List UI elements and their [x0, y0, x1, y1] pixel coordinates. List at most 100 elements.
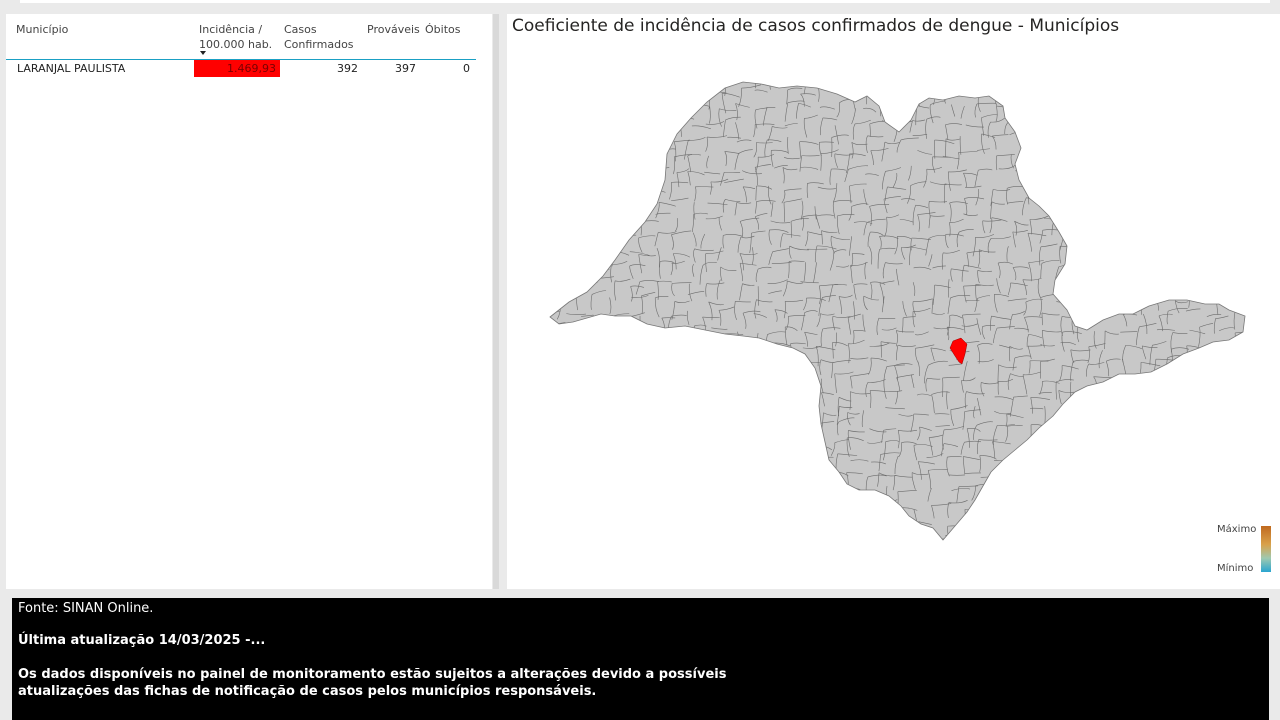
municipality-border — [1043, 154, 1060, 157]
municipality-border — [640, 486, 654, 490]
municipality-border — [899, 541, 900, 560]
municipality-border — [1106, 380, 1109, 397]
municipality-border — [1135, 82, 1140, 93]
municipality-border — [1153, 77, 1169, 80]
municipality-border — [806, 530, 820, 536]
municipality-border — [593, 374, 598, 387]
sao-paulo-map[interactable] — [507, 14, 1280, 589]
municipality-border — [1203, 446, 1206, 467]
municipality-border — [1231, 264, 1237, 281]
municipality-border — [1153, 490, 1171, 494]
municipality-border — [1168, 216, 1183, 220]
header-incidencia[interactable]: Incidência / 100.000 hab. — [199, 22, 279, 52]
municipality-border — [1253, 247, 1254, 267]
municipality-border — [706, 474, 726, 479]
municipality-border — [560, 153, 576, 157]
municipality-border — [550, 186, 552, 207]
municipality-border — [722, 475, 741, 478]
municipality-border — [676, 101, 692, 103]
municipality-border — [1121, 248, 1137, 251]
municipality-border — [847, 82, 852, 89]
municipality-border — [1111, 410, 1128, 413]
header-municipio[interactable]: Município — [16, 22, 186, 37]
municipality-border — [900, 82, 903, 87]
municipality-border — [1054, 535, 1073, 539]
municipality-border — [598, 487, 602, 500]
municipality-border — [1039, 87, 1053, 91]
municipality-border — [1139, 118, 1141, 132]
municipality-border — [1202, 82, 1207, 93]
table-scrollbar[interactable] — [493, 14, 499, 589]
municipality-border — [1248, 200, 1249, 219]
municipality-border — [1229, 491, 1234, 511]
municipality-border — [657, 488, 662, 503]
municipality-border — [820, 485, 840, 488]
municipality-border — [608, 346, 624, 350]
municipality-border — [689, 77, 704, 79]
municipality-border — [800, 443, 815, 447]
municipality-border — [736, 469, 750, 473]
municipality-border — [1220, 186, 1236, 189]
header-obitos[interactable]: Óbitos — [425, 22, 475, 37]
municipality-border — [1173, 445, 1177, 460]
municipality-border — [655, 363, 657, 384]
municipality-border — [747, 456, 752, 473]
municipality-border — [1089, 216, 1105, 219]
header-provaveis[interactable]: Prováveis — [367, 22, 425, 37]
municipality-border — [1118, 250, 1122, 264]
municipality-border — [1203, 216, 1221, 221]
municipality-border — [1217, 506, 1221, 521]
municipality-border — [647, 104, 664, 107]
table-row[interactable]: LARANJAL PAULISTA 1.469,93 392 397 0 — [6, 60, 476, 78]
sort-descending-icon[interactable] — [200, 51, 206, 55]
municipality-border — [1075, 170, 1089, 175]
municipality-border — [876, 502, 881, 520]
municipality-border — [1074, 153, 1078, 173]
header-casos-confirmados[interactable]: Casos Confirmados — [284, 22, 364, 52]
municipality-border — [935, 90, 950, 93]
municipality-border — [1089, 178, 1108, 182]
municipality-border — [1244, 508, 1245, 522]
municipality-border — [658, 406, 672, 409]
municipality-border — [1120, 82, 1125, 85]
municipality-border — [608, 120, 626, 125]
municipality-border — [1247, 78, 1249, 93]
municipality-border — [1106, 171, 1120, 174]
municipality-border — [1071, 438, 1075, 458]
municipality-border — [550, 381, 562, 383]
municipality-border — [1042, 473, 1059, 475]
municipality-border — [1204, 366, 1208, 385]
municipality-border — [758, 377, 772, 382]
municipality-border — [753, 349, 757, 364]
municipality-border — [564, 197, 578, 201]
municipality-border — [1233, 521, 1245, 523]
municipality-border — [547, 342, 549, 359]
municipality-border — [646, 153, 665, 155]
municipality-border — [1057, 86, 1059, 101]
municipality-border — [606, 237, 609, 255]
municipality-border — [1143, 88, 1148, 105]
municipality-border — [1090, 139, 1094, 157]
footer-source: Fonte: SINAN Online. — [18, 601, 154, 616]
municipality-border — [1245, 283, 1246, 296]
municipality-border — [701, 458, 706, 478]
municipality-border — [1250, 489, 1252, 502]
municipality-border — [1043, 82, 1047, 92]
municipality-border — [750, 445, 753, 459]
municipality-border — [626, 152, 643, 158]
municipality-border — [638, 487, 641, 507]
municipality-border — [608, 455, 611, 469]
municipality-border — [1151, 236, 1154, 251]
municipality-border — [639, 169, 652, 174]
municipality-border — [1015, 170, 1035, 174]
municipality-border — [976, 500, 996, 506]
municipality-border — [1212, 472, 1216, 488]
municipality-border — [1136, 174, 1156, 176]
municipality-border — [1041, 524, 1058, 529]
municipality-border — [690, 504, 708, 507]
municipality-border — [966, 70, 980, 73]
municipality-border — [1236, 502, 1245, 506]
municipality-border — [581, 349, 585, 365]
municipality-border — [656, 460, 674, 463]
municipality-border — [818, 486, 821, 506]
